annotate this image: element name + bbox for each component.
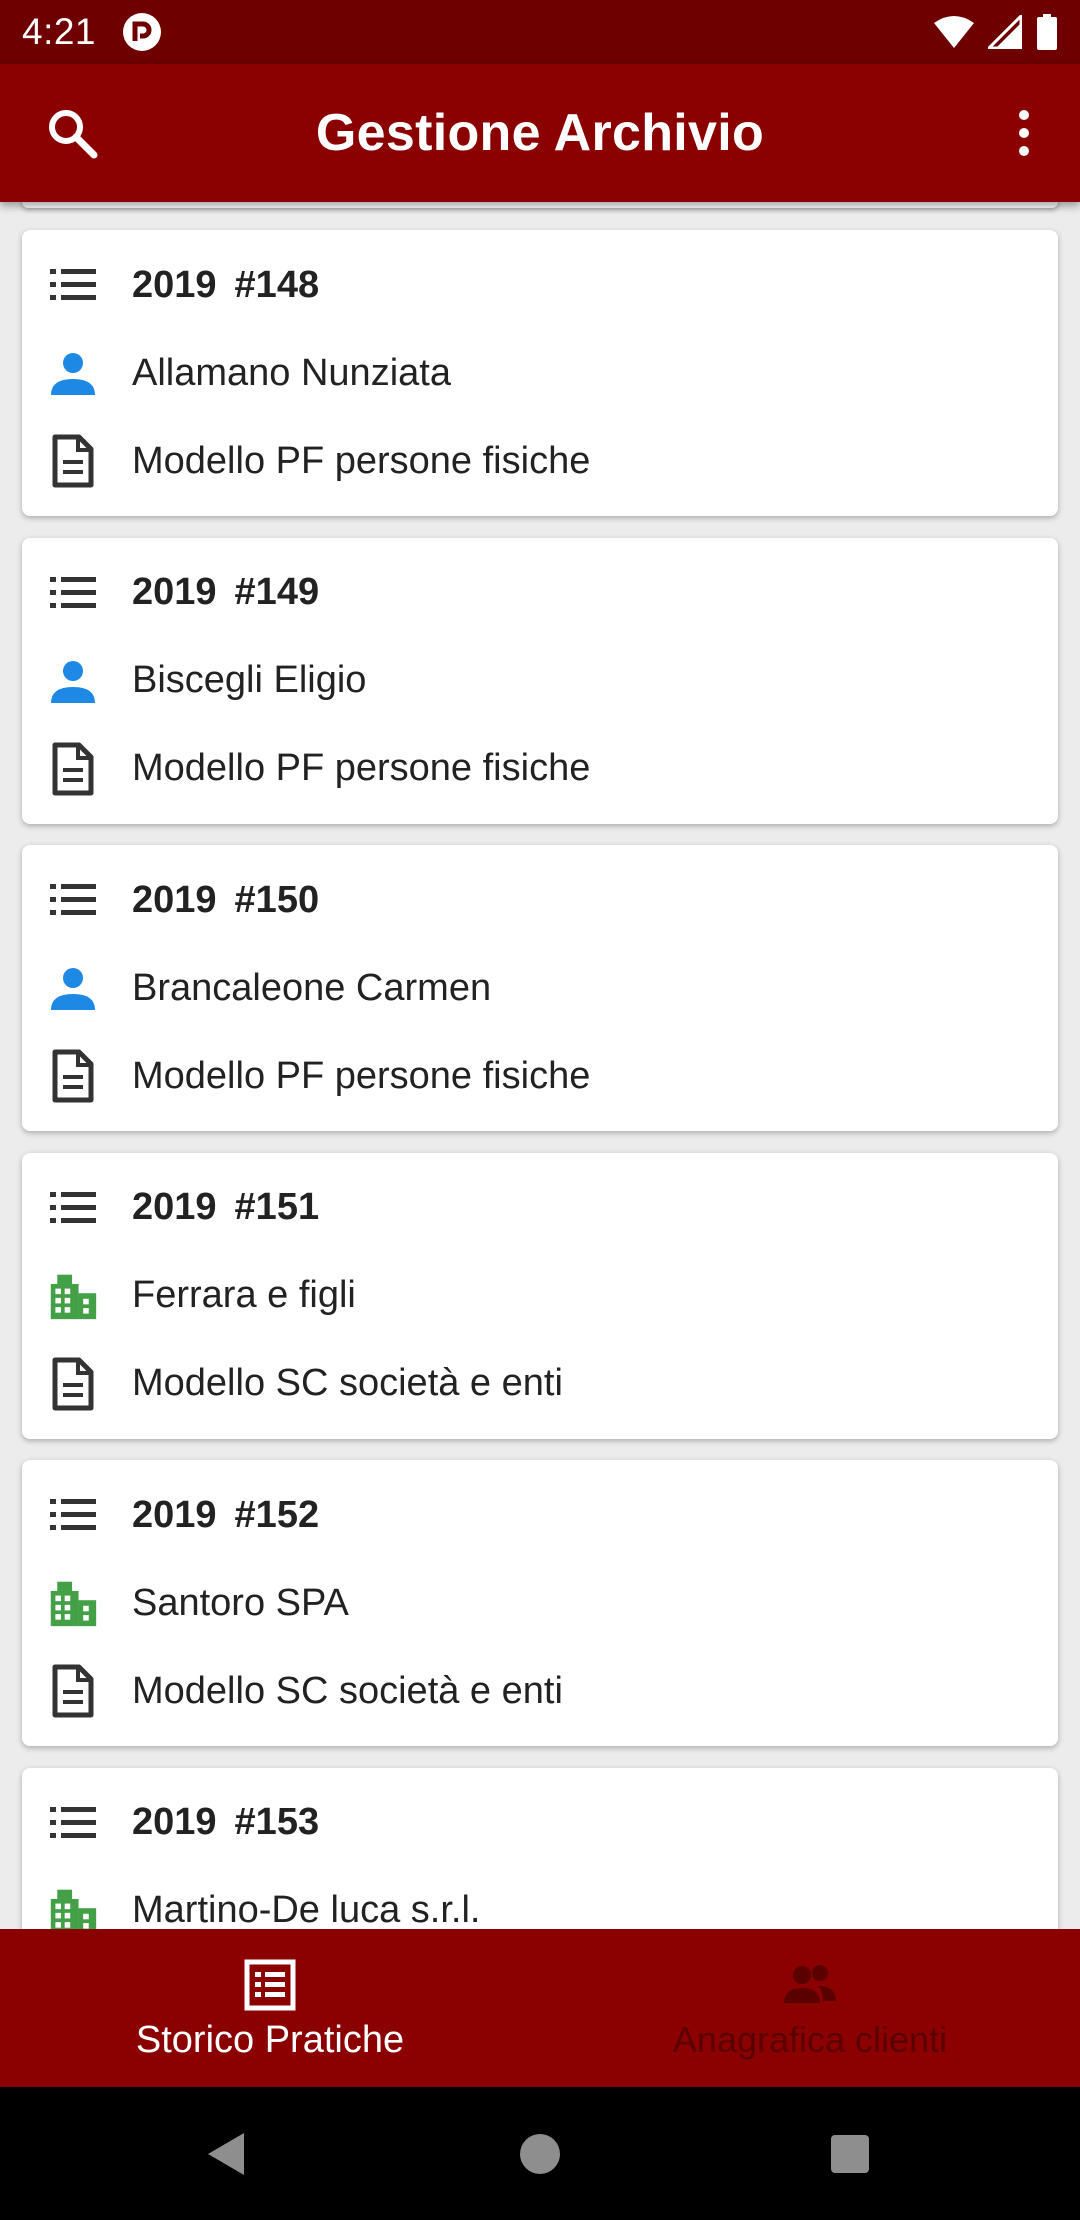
list-icon-wrap (48, 1183, 98, 1233)
pratica-number: #153 (234, 1801, 320, 1843)
client-icon-wrap (48, 1886, 98, 1929)
page-title: Gestione Archivio (315, 104, 765, 162)
app-notification-icon (123, 13, 162, 51)
pratica-year: 2019 (132, 571, 217, 613)
nav-item-storico-pratiche[interactable]: Storico Pratiche (0, 1929, 540, 2087)
pratica-year: 2019 (132, 263, 217, 306)
pratica-card[interactable]: 2019 #152 Santoro SPA Modello SC società e … (22, 1460, 1058, 1746)
pratica-id: 2019 #151 (132, 1186, 319, 1229)
pratiche-list[interactable]: 2019 #148 Allamano Nunziata Modello PF pers… (0, 202, 1080, 1929)
model-name: Modello PF persone fisiche (132, 439, 591, 482)
pratica-number: #152 (234, 1493, 320, 1536)
pratica-number: #148 (234, 263, 320, 306)
pratica-id: 2019 #149 (132, 571, 319, 614)
document-icon (52, 434, 94, 488)
list-icon-wrap (48, 568, 98, 618)
list-icon (50, 269, 96, 300)
document-icon (52, 1664, 94, 1718)
document-icon-wrap (48, 434, 98, 488)
client-icon-wrap (48, 656, 98, 706)
client-name: Allamano Nunziata (132, 351, 451, 394)
person-icon (51, 660, 95, 703)
status-icons (934, 14, 1058, 50)
nav-label: Anagrafica clienti (672, 2019, 948, 2060)
company-icon (50, 1581, 97, 1627)
list-icon-wrap (48, 1798, 98, 1848)
nav-item-anagrafica-clienti[interactable]: Anagrafica clienti (540, 1929, 1080, 2087)
document-icon-wrap (48, 1049, 98, 1103)
client-name: Biscegli Eligio (132, 659, 367, 701)
pratica-year: 2019 (132, 1801, 217, 1843)
list-icon (50, 1806, 96, 1838)
system-navigation-bar (0, 2087, 1080, 2220)
person-icon (51, 353, 95, 395)
pratica-id: 2019 #148 (132, 264, 319, 307)
pratica-number: #151 (234, 1186, 320, 1228)
client-name: Santoro SPA (132, 1581, 349, 1624)
client-icon-wrap (48, 963, 98, 1013)
client-icon-wrap (48, 1578, 98, 1628)
list-icon-wrap (48, 1490, 98, 1540)
app-bar: Gestione Archivio (0, 64, 1080, 202)
pratica-year: 2019 (132, 1186, 217, 1228)
recents-icon[interactable] (823, 2127, 877, 2181)
model-name: Modello SC società e enti (132, 1362, 563, 1404)
client-name: Brancaleone Carmen (132, 966, 492, 1009)
home-icon[interactable] (513, 2127, 567, 2181)
people-icon (784, 1965, 836, 2003)
list-icon (50, 1499, 96, 1530)
document-icon-wrap (48, 742, 98, 795)
client-name: Ferrara e figli (132, 1274, 356, 1316)
pratica-card[interactable]: 2019 #148 Allamano Nunziata Modello PF pers… (22, 230, 1058, 516)
document-icon-wrap (48, 1357, 98, 1410)
search-icon[interactable] (44, 105, 100, 161)
model-name: Modello PF persone fisiche (132, 747, 591, 789)
pratica-number: #150 (234, 878, 320, 921)
pratica-id: 2019 #153 (132, 1801, 319, 1844)
person-icon (51, 968, 95, 1010)
bottom-navigation: Storico Pratiche Anagrafica clienti (0, 1929, 1080, 2087)
back-icon[interactable] (200, 2127, 254, 2181)
pratica-card[interactable]: 2019 #151 Ferrara e figli Modello SC societ… (22, 1152, 1058, 1439)
list-icon (50, 884, 96, 915)
status-time: 4:21 (22, 11, 97, 52)
list-icon (50, 1191, 96, 1223)
client-icon-wrap (48, 348, 98, 398)
nav-label: Storico Pratiche (135, 2019, 405, 2061)
list-icon-wrap (48, 260, 98, 310)
document-icon (52, 1357, 94, 1410)
list-icon-wrap (48, 875, 98, 925)
pratica-id: 2019 #150 (132, 879, 319, 922)
battery-icon (1037, 14, 1057, 50)
company-icon (50, 1274, 97, 1319)
pratica-number: #149 (234, 571, 320, 613)
pratica-card[interactable]: 2019 #150 Brancaleone Carmen Modello PF per… (22, 845, 1058, 1131)
list-alt-icon (244, 1959, 296, 2011)
wifi-icon (934, 16, 974, 48)
model-name: Modello SC società e enti (132, 1669, 563, 1712)
document-icon-wrap (48, 1664, 98, 1718)
overflow-menu-icon[interactable] (996, 105, 1052, 161)
pratica-year: 2019 (132, 878, 217, 921)
pratica-card[interactable]: 2019 #153 Martino-De luca s.r.l. (22, 1767, 1058, 1929)
pratica-card[interactable]: 2019 #149 Biscegli Eligio Modello PF person… (22, 537, 1058, 824)
model-name: Modello PF persone fisiche (132, 1054, 591, 1097)
list-icon (50, 576, 96, 608)
document-icon (52, 742, 94, 795)
pratica-year: 2019 (132, 1493, 217, 1536)
status-bar: 4:21 (0, 0, 1080, 64)
client-icon-wrap (48, 1271, 98, 1321)
signal-icon (988, 15, 1022, 49)
document-icon (52, 1049, 94, 1103)
list-item-partial[interactable] (22, 202, 1058, 208)
pratica-id: 2019 #152 (132, 1494, 319, 1537)
client-name: Martino-De luca s.r.l. (132, 1889, 481, 1929)
company-icon (50, 1889, 97, 1929)
